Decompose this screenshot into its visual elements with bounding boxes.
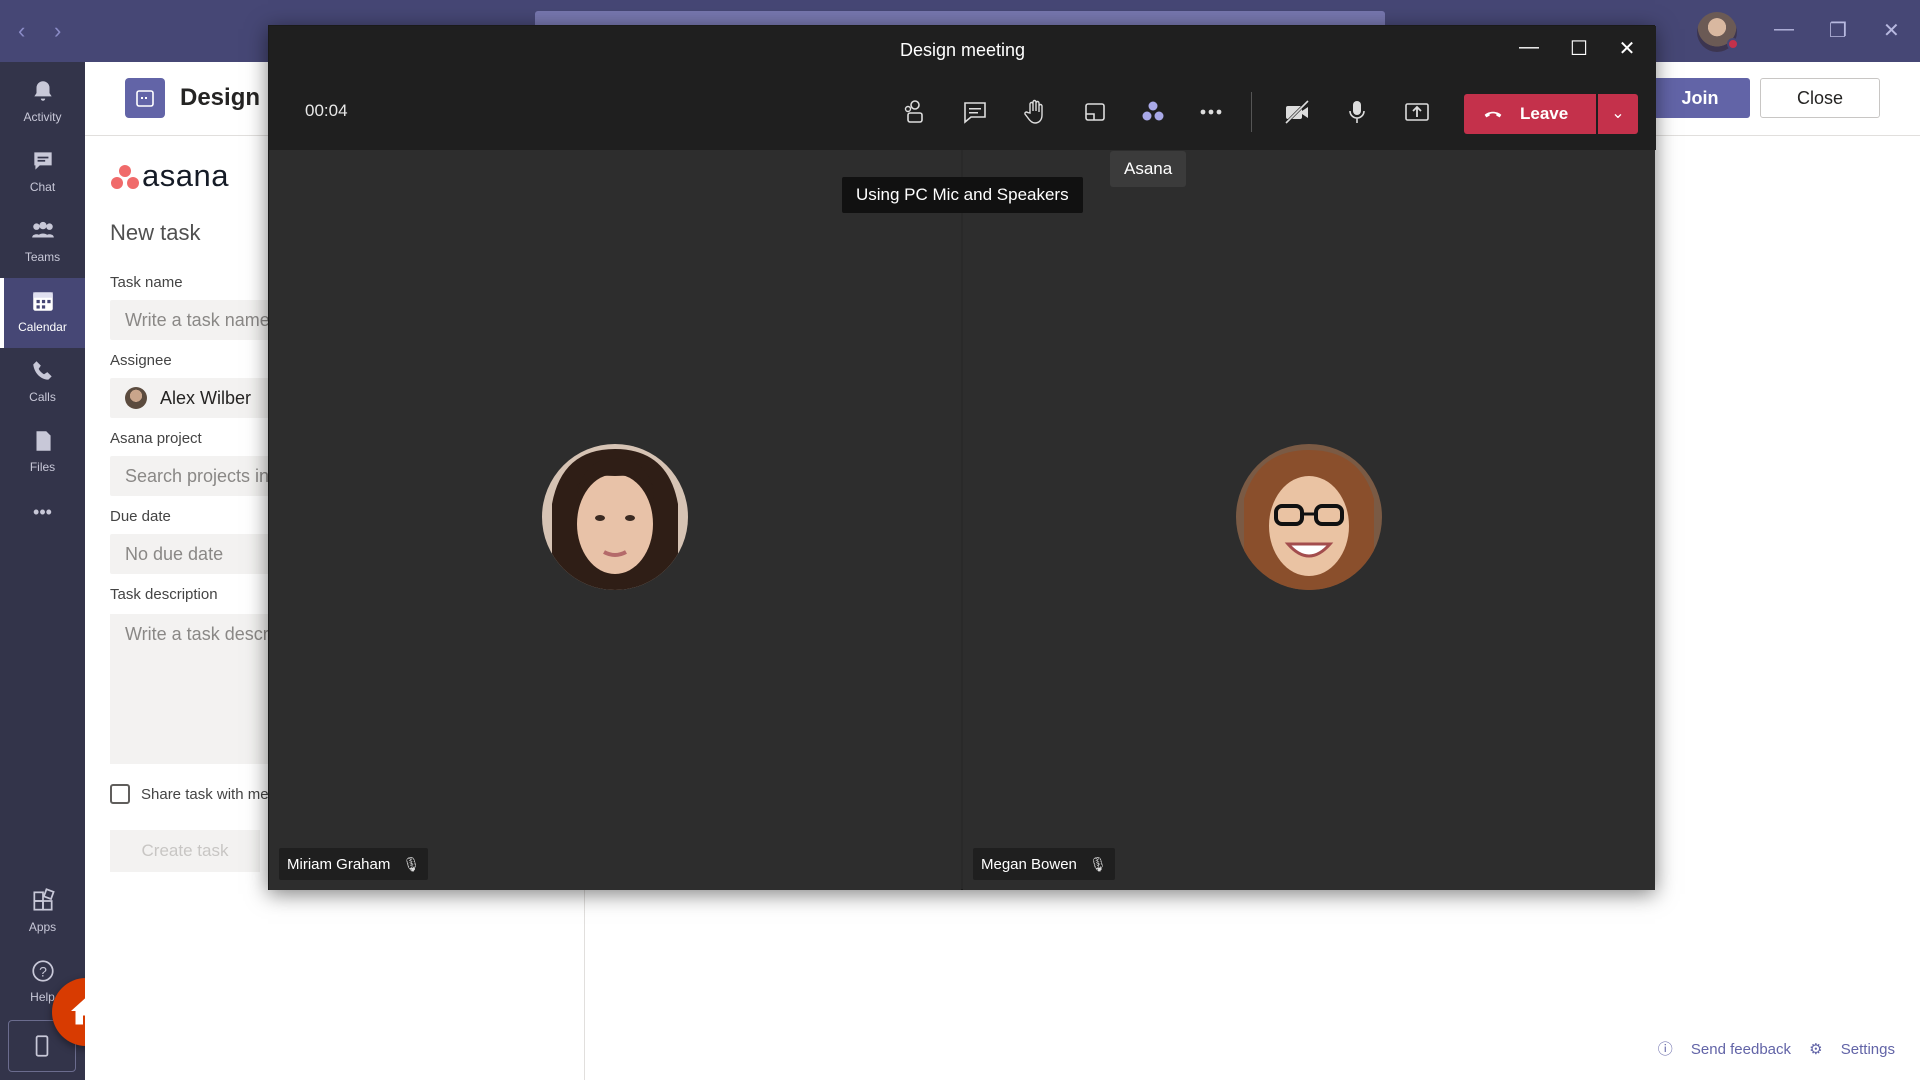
participant-name: Megan Bowen [981, 856, 1077, 873]
rail-more[interactable]: ••• [0, 492, 85, 532]
send-feedback-link[interactable]: ⓘ Send feedback [1658, 1041, 1791, 1058]
more-icon: ••• [33, 502, 52, 522]
rail-item-chat[interactable]: Chat [0, 138, 85, 208]
assignee-label: Assignee [110, 352, 172, 369]
phone-icon [32, 361, 52, 380]
close-icon[interactable]: ✕ [1883, 18, 1900, 43]
rail-item-calls[interactable]: Calls [0, 348, 85, 418]
rail-label: Calendar [18, 320, 67, 334]
assignee-value: Alex Wilber [160, 388, 252, 408]
participant-name-tag: Miriam Graham 🎙︎ [279, 848, 429, 880]
help-icon: ? [31, 960, 54, 982]
raise-hand-icon[interactable] [1019, 96, 1051, 128]
minimize-icon[interactable]: — [1774, 18, 1794, 41]
mobile-phone-icon [35, 1035, 49, 1057]
chat-icon[interactable] [959, 96, 991, 128]
footer-links: ⓘ Send feedback ⚙ Settings [1644, 1038, 1895, 1059]
join-button[interactable]: Join [1650, 78, 1750, 118]
asana-logo-text: asana [142, 158, 229, 193]
hang-up-icon [1484, 111, 1502, 118]
rail-label: Teams [24, 250, 61, 264]
participant-name: Miriam Graham [287, 856, 391, 873]
meeting-minimize-icon[interactable]: — [1515, 36, 1543, 59]
calendar-icon [125, 78, 165, 118]
bell-icon [33, 81, 52, 101]
participant-avatar [1236, 444, 1382, 590]
leave-label: Leave [1520, 104, 1569, 123]
forward-arrow-icon[interactable]: › [54, 18, 61, 44]
rooms-icon[interactable] [1079, 96, 1111, 128]
rail-label: Help [30, 990, 55, 1004]
rail-label: Apps [28, 920, 57, 934]
mic-off-icon: 🎙︎ [1089, 856, 1107, 872]
asana-tooltip: Asana [1110, 151, 1187, 187]
apps-icon [32, 888, 55, 911]
chat-icon [33, 152, 52, 170]
asana-logo-icon [111, 165, 139, 189]
microphone-icon[interactable] [1341, 96, 1373, 128]
meeting-title: Design meeting [180, 84, 280, 111]
rail-item-teams[interactable]: Teams [0, 208, 85, 278]
file-icon [36, 431, 51, 451]
presence-busy-icon [1727, 38, 1739, 50]
leave-button[interactable]: Leave [1464, 94, 1596, 134]
back-arrow-icon[interactable]: ‹ [18, 18, 25, 44]
rail-item-files[interactable]: Files [0, 418, 85, 488]
app-rail: Activity Chat Teams Calendar Calls Files… [0, 62, 85, 1080]
share-task-checkbox[interactable] [110, 784, 130, 804]
description-label: Task description [110, 586, 218, 603]
profile-avatar[interactable] [1697, 12, 1739, 52]
settings-link[interactable]: ⚙ Settings [1809, 1041, 1895, 1058]
assignee-avatar [125, 387, 147, 409]
more-actions-icon[interactable] [1195, 96, 1227, 128]
camera-off-icon[interactable] [1281, 96, 1313, 128]
task-name-label: Task name [110, 274, 183, 291]
meeting-window-title: Design meeting [269, 26, 1656, 74]
chevron-down-icon: ⌄ [1611, 105, 1625, 122]
rail-label: Chat [29, 180, 56, 194]
meeting-maximize-icon[interactable]: ☐ [1565, 36, 1593, 61]
leave-options-dropdown[interactable]: ⌄ [1598, 94, 1638, 134]
rail-label: Activity [23, 110, 62, 124]
participant-tile-miriam: Miriam Graham 🎙︎ [269, 150, 961, 890]
toolbar-divider [1251, 92, 1252, 132]
participants-icon[interactable] [899, 96, 931, 128]
form-heading: New task [110, 220, 201, 245]
teams-icon [31, 221, 54, 238]
due-date-label: Due date [110, 508, 171, 525]
meeting-close-icon[interactable]: ✕ [1613, 36, 1641, 61]
share-screen-icon[interactable] [1401, 96, 1433, 128]
svg-text:?: ? [39, 963, 47, 979]
meeting-window: Design meeting — ☐ ✕ 00:04 Leave ⌄ Miria… [268, 25, 1656, 890]
audio-status-tooltip: Using PC Mic and Speakers [842, 177, 1083, 213]
calendar-icon [32, 292, 53, 311]
asana-app-icon[interactable] [1137, 96, 1169, 128]
call-timer: 00:04 [305, 101, 348, 120]
rail-label: Files [29, 460, 56, 474]
participant-tile-megan: Megan Bowen 🎙︎ [963, 150, 1655, 890]
rail-label: Calls [29, 390, 56, 404]
participant-avatar [542, 444, 688, 590]
restore-icon[interactable]: ❐ [1829, 18, 1847, 43]
create-task-button[interactable]: Create task [110, 830, 260, 872]
send-feedback-label: Send feedback [1690, 1041, 1791, 1058]
rail-item-calendar[interactable]: Calendar [0, 278, 85, 348]
call-toolbar: 00:04 Leave ⌄ [269, 74, 1656, 150]
rail-item-activity[interactable]: Activity [0, 68, 85, 138]
settings-label: Settings [1840, 1041, 1895, 1058]
participant-name-tag: Megan Bowen 🎙︎ [973, 848, 1115, 880]
project-label: Asana project [110, 430, 202, 447]
close-button[interactable]: Close [1760, 78, 1880, 118]
mic-off-icon: 🎙︎ [402, 856, 421, 872]
rail-item-apps[interactable]: Apps [0, 878, 85, 948]
